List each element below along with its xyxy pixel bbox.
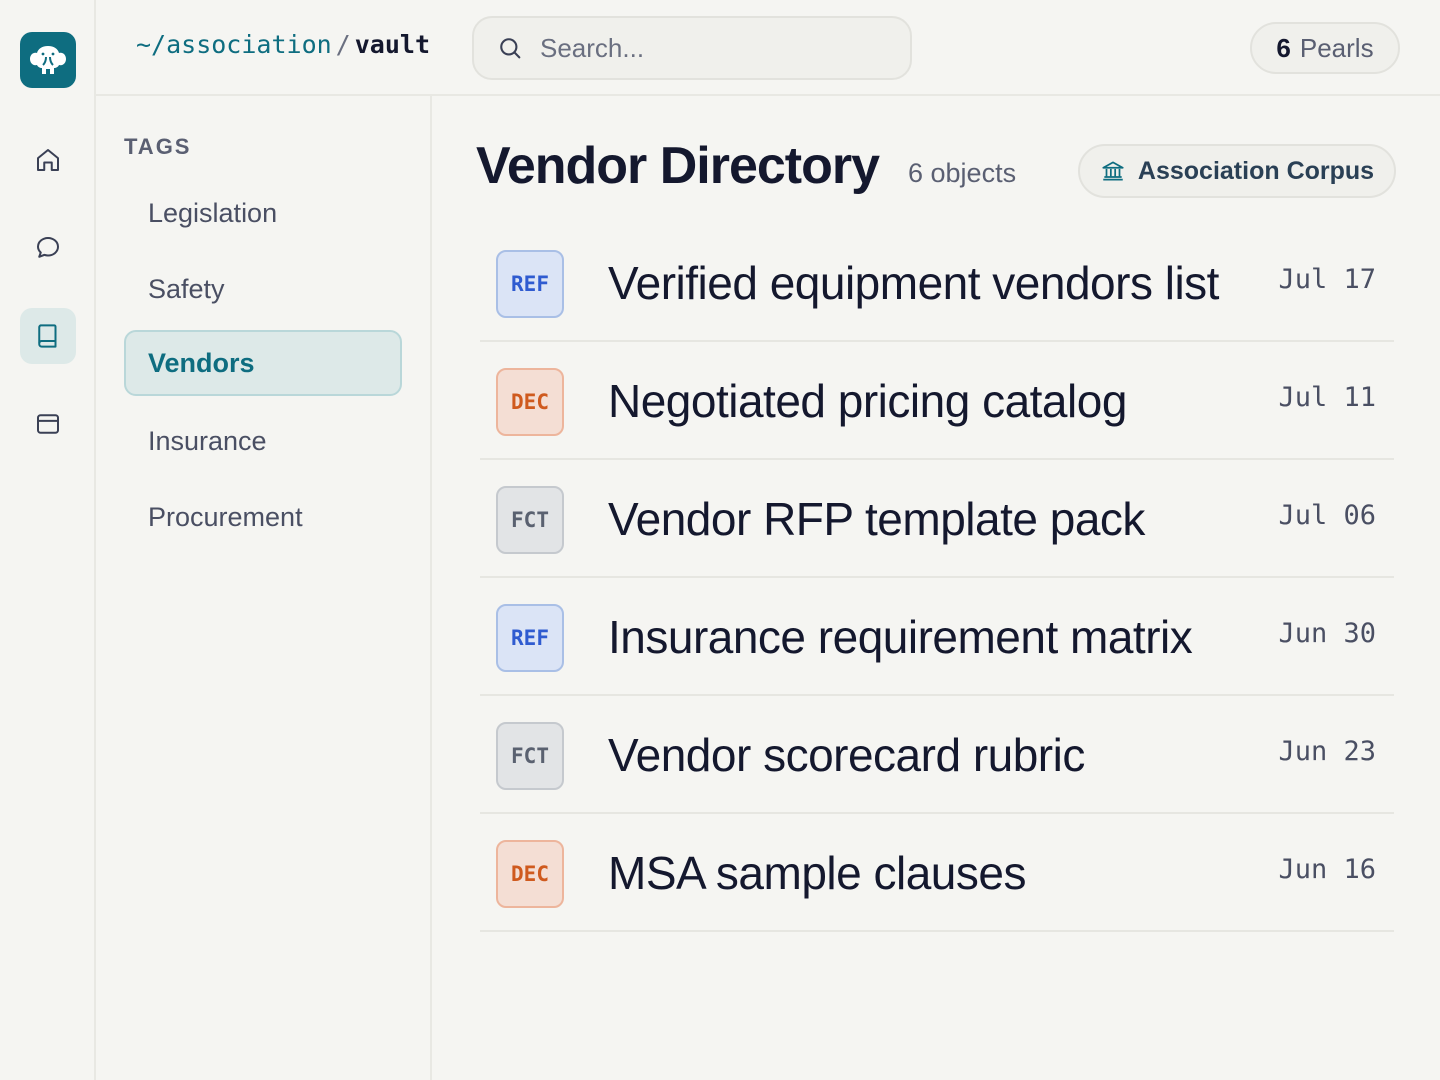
pearls-count: 6	[1276, 32, 1291, 63]
doc-date: Jun 23	[1278, 736, 1376, 767]
doc-date: Jul 17	[1278, 264, 1376, 295]
document-list: REF Verified equipment vendors list Jul …	[480, 224, 1394, 932]
doc-type-badge: DEC	[496, 368, 564, 436]
document-row[interactable]: FCT Vendor scorecard rubric Jun 23	[480, 696, 1394, 814]
doc-type-badge: REF	[496, 250, 564, 318]
breadcrumb-current: vault	[354, 30, 430, 59]
corpus-badge[interactable]: Association Corpus	[1078, 144, 1396, 198]
search-icon	[500, 38, 521, 59]
doc-title[interactable]: Verified equipment vendors list	[608, 256, 1234, 310]
tags-sidebar: TAGS Legislation Safety Vendors Insuranc…	[96, 96, 432, 1080]
book-icon	[38, 324, 57, 348]
doc-title[interactable]: Vendor RFP template pack	[608, 492, 1234, 546]
breadcrumb: ~/association / vault	[136, 30, 430, 59]
doc-date: Jun 30	[1278, 618, 1376, 649]
tags-heading: TAGS	[124, 134, 192, 159]
breadcrumb-root[interactable]: ~/association	[136, 30, 332, 59]
tag-item-insurance[interactable]: Insurance	[124, 408, 402, 474]
tag-item-procurement[interactable]: Procurement	[124, 484, 402, 550]
doc-type-badge: FCT	[496, 486, 564, 554]
tag-item-legislation[interactable]: Legislation	[124, 180, 402, 246]
nav-vault[interactable]	[20, 308, 76, 364]
home-icon	[37, 149, 59, 171]
doc-date: Jul 11	[1278, 382, 1376, 413]
document-row[interactable]: DEC Negotiated pricing catalog Jul 11	[480, 342, 1394, 460]
doc-title[interactable]: Vendor scorecard rubric	[608, 728, 1234, 782]
calendar-icon	[37, 414, 59, 434]
corpus-label: Association Corpus	[1137, 156, 1375, 185]
document-row[interactable]: REF Verified equipment vendors list Jul …	[480, 224, 1394, 342]
top-bar: ~/association/vault 6 Pearls	[96, 0, 1440, 96]
document-row[interactable]: DEC MSA sample clauses Jun 16	[480, 814, 1394, 932]
search-box[interactable]	[472, 16, 912, 80]
pearls-counter[interactable]: 6 Pearls	[1250, 22, 1400, 74]
doc-date: Jun 16	[1278, 854, 1376, 885]
nav-chat[interactable]	[20, 220, 76, 276]
tag-item-safety[interactable]: Safety	[124, 256, 402, 322]
main-content: Vendor Directory 6 objects Association C…	[432, 96, 1440, 1080]
doc-date: Jul 06	[1278, 500, 1376, 531]
left-rail	[0, 0, 96, 1080]
document-row[interactable]: FCT Vendor RFP template pack Jul 06	[480, 460, 1394, 578]
doc-type-badge: FCT	[496, 722, 564, 790]
tag-item-vendors[interactable]: Vendors	[124, 330, 402, 396]
object-count: 6 objects	[908, 158, 1017, 188]
doc-type-badge: REF	[496, 604, 564, 672]
building-columns-icon	[1102, 161, 1124, 181]
page-title: Vendor Directory	[476, 137, 880, 195]
document-row[interactable]: REF Insurance requirement matrix Jun 30	[480, 578, 1394, 696]
breadcrumb-separator: /	[335, 30, 351, 59]
doc-title[interactable]: Insurance requirement matrix	[608, 610, 1234, 664]
doc-title[interactable]: Negotiated pricing catalog	[608, 374, 1234, 428]
doc-type-badge: DEC	[496, 840, 564, 908]
elephant-icon[interactable]	[20, 32, 76, 88]
chat-icon	[37, 237, 59, 258]
search-input[interactable]	[540, 32, 880, 64]
doc-title[interactable]: MSA sample clauses	[608, 846, 1234, 900]
pearls-label: Pearls	[1299, 32, 1374, 63]
nav-calendar[interactable]	[20, 396, 76, 452]
nav-home[interactable]	[20, 132, 76, 188]
